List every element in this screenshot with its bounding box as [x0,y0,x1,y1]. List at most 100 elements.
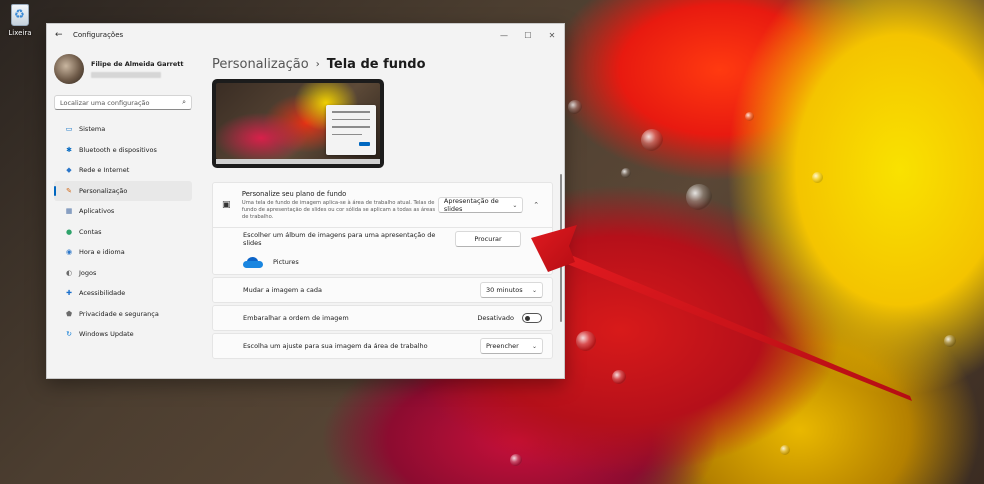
chevron-down-icon: ⌄ [531,286,537,294]
sidebar-item-hora-e-idioma[interactable]: ◉ Hora e idioma [54,242,192,263]
hora-e-idioma-icon: ◉ [65,248,73,257]
bluetooth-e-dispositivos-icon: ✱ [66,145,72,154]
interval-value: 30 minutos [486,286,523,294]
sidebar-item-label: Acessibilidade [79,289,126,298]
water-droplet [576,331,596,351]
album-folder-name: Pictures [273,258,299,266]
breadcrumb: Personalização › Tela de fundo [212,53,564,75]
choose-album-row: Escolher um álbum de imagens para uma ap… [213,228,552,250]
back-arrow-icon[interactable]: ← [55,30,71,40]
water-droplet [612,370,626,384]
maximize-button[interactable]: ☐ [516,31,540,40]
chevron-down-icon: ⌄ [531,342,537,350]
breadcrumb-parent[interactable]: Personalização [212,57,309,72]
preview-accent-button [359,142,370,146]
window-title: Configurações [73,31,124,39]
preview-taskbar [216,159,380,164]
personalize-background-row[interactable]: ▣ Personalize seu plano de fundo Uma tel… [213,183,552,227]
sidebar-item-jogos[interactable]: ◐ Jogos [54,263,192,284]
sidebar-item-privacidade-e-seguranca[interactable]: ⬟ Privacidade e segurança [54,304,192,325]
change-image-interval-row: Mudar a imagem a cada 30 minutos ⌄ [212,277,553,303]
sidebar-item-label: Bluetooth e dispositivos [79,145,157,154]
water-droplet [780,445,790,455]
water-droplet [812,172,823,183]
close-button[interactable]: ✕ [540,31,564,40]
profile-name: Filipe de Almeida Garrett [91,60,184,68]
privacidade-e-seguranca-icon: ⬟ [65,309,73,318]
sidebar-item-label: Privacidade e segurança [79,309,159,318]
jogos-icon: ◐ [65,268,73,277]
sidebar-item-aplicativos[interactable]: ▦ Aplicativos [54,201,192,222]
preview-window-thumbnail [326,105,376,155]
choose-album-label: Escolher um álbum de imagens para uma ap… [243,231,436,247]
change-image-label: Mudar a imagem a cada [243,286,322,294]
breadcrumb-separator-icon: › [315,58,320,70]
profile-email-blurred [91,72,161,78]
search-box[interactable]: ⌕ [54,95,192,110]
water-droplet [568,100,582,114]
sidebar-item-sistema[interactable]: ▭ Sistema [54,119,192,140]
desktop-preview [212,79,384,168]
avatar [54,54,84,84]
sidebar-nav: ▭ Sistema ✱ Bluetooth e dispositivos ◆ Rede e… [54,119,192,345]
shuffle-state-text: Desativado [477,314,514,322]
title-bar: ← Configurações — ☐ ✕ [47,24,564,46]
album-folder-row[interactable]: Pictures [213,250,552,274]
personalizacao-icon: ✎ [66,186,72,195]
chevron-down-icon: ⌄ [512,201,518,209]
sidebar-item-contas[interactable]: ● Contas [54,222,192,243]
recycle-bin-label: Lixeira [8,29,32,37]
water-droplet [621,168,631,178]
sidebar-item-label: Windows Update [79,330,134,339]
sidebar-item-label: Sistema [79,125,106,134]
background-type-dropdown[interactable]: Apresentação de slides ⌄ [437,197,524,213]
background-settings-panel: ▣ Personalize seu plano de fundo Uma tel… [212,182,553,359]
sidebar-item-label: Aplicativos [79,207,115,216]
scrollbar[interactable] [560,174,562,322]
background-expander: ▣ Personalize seu plano de fundo Uma tel… [212,182,553,275]
contas-icon: ● [65,227,73,236]
sidebar-item-label: Hora e idioma [79,248,125,257]
water-droplet [944,335,956,347]
water-droplet [510,454,522,466]
sidebar-item-rede-e-internet[interactable]: ◆ Rede e Internet [54,160,192,181]
water-droplet [641,129,663,151]
onedrive-cloud-icon [243,256,263,268]
background-type-value: Apresentação de slides [443,197,499,213]
background-description: Uma tela de fundo de imagem aplica-se à … [241,199,436,220]
fit-dropdown[interactable]: Preencher ⌄ [480,338,543,354]
sidebar-item-label: Contas [79,227,102,236]
minimize-button[interactable]: — [492,31,516,40]
sidebar-item-windows-update[interactable]: ↻ Windows Update [54,324,192,345]
search-input[interactable] [60,98,183,107]
fit-label: Escolha um ajuste para sua imagem da áre… [243,342,428,350]
sidebar-item-acessibilidade[interactable]: ✚ Acessibilidade [54,283,192,304]
main-content: Personalização › Tela de fundo ▣ Persona… [212,46,564,378]
chevron-up-icon[interactable]: ⌃ [529,201,543,209]
sidebar-item-label: Jogos [79,268,97,277]
search-icon[interactable]: ⌕ [182,98,186,107]
sidebar-item-personalizacao[interactable]: ✎ Personalização [54,180,192,201]
fit-value: Preencher [486,342,519,350]
aplicativos-icon: ▦ [65,207,73,216]
acessibilidade-icon: ✚ [66,289,72,298]
sidebar-item-label: Personalização [79,186,128,195]
rede-e-internet-icon: ◆ [66,166,72,175]
page-title: Tela de fundo [326,56,426,72]
fit-choice-row: Escolha um ajuste para sua imagem da áre… [212,333,553,359]
browse-button[interactable]: Procurar [455,231,521,247]
picture-icon: ▣ [222,200,231,210]
recycle-bin-shortcut[interactable]: Lixeira [6,4,34,37]
preview-wallpaper [216,83,380,159]
shuffle-order-row: Embaralhar a ordem de imagem Desativado [212,305,553,331]
sidebar-item-bluetooth-e-dispositivos[interactable]: ✱ Bluetooth e dispositivos [54,140,192,161]
interval-dropdown[interactable]: 30 minutos ⌄ [480,282,543,298]
background-title: Personalize seu plano de fundo [241,189,347,198]
settings-window: ← Configurações — ☐ ✕ Filipe de Almeida … [46,23,565,379]
sidebar: Filipe de Almeida Garrett ⌕ ▭ Sistema ✱ Blu… [47,46,199,378]
recycle-bin-icon [11,4,29,26]
shuffle-toggle[interactable] [522,313,542,323]
sidebar-item-label: Rede e Internet [79,166,130,175]
user-profile[interactable]: Filipe de Almeida Garrett [54,51,192,87]
water-droplet [745,112,754,121]
